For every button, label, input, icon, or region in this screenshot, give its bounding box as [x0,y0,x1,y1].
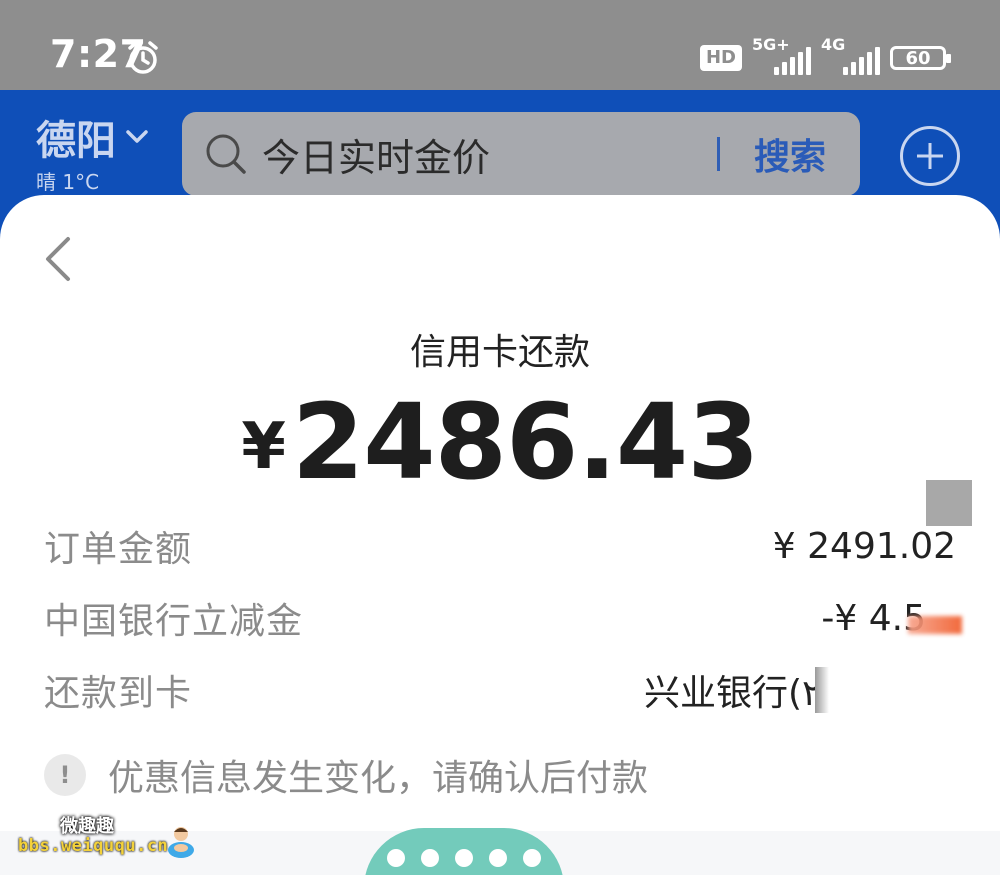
notice-text: 优惠信息发生变化，请确认后付款 [108,758,649,799]
info-icon: ! [44,754,86,796]
search-button[interactable]: 搜索 [754,128,826,180]
battery-level: 60 [905,47,931,69]
search-divider [716,137,720,171]
discount-value: -¥ 4.5 [821,598,962,639]
loading-dot [421,849,439,867]
watermark-url: bbs.weiququ.cn [18,836,169,856]
loading-dot [387,849,405,867]
page-title: 信用卡还款 [409,332,590,373]
signal-5g-icon: 5G+ [752,35,811,75]
discount-label: 中国银行立减金 [44,601,304,642]
mascot-icon [168,827,194,858]
hd-badge: HD [699,45,742,71]
order-amount-row: 订单金额 ¥ 2491.02 [44,521,956,571]
repay-card-label: 还款到卡 [44,673,193,714]
loading-dot [489,849,507,867]
loading-dot [455,849,473,867]
alarm-icon [128,41,158,74]
battery-icon: 60 [890,46,951,70]
watermark-title: 微趣趣 [60,816,114,837]
repay-card-value: 兴业银行(۲ [644,673,822,714]
card-redaction-fade [815,667,830,713]
chevron-down-icon [126,130,148,143]
screen: 7:27 HD 5G+ 4G 60 德阳 晴 1°C 今日实时金价 搜索 信用卡… [0,0,1000,875]
network-label-4g: 4G [821,35,846,54]
network-label-5g: 5G+ [752,35,790,54]
search-icon [206,134,246,174]
redaction-square [926,480,972,526]
repay-card-row[interactable]: 还款到卡 兴业银行(۲ [44,665,956,715]
city-name: 德阳 [36,118,116,164]
plus-icon[interactable] [900,126,960,186]
order-amount-value: ¥ 2491.02 [772,525,956,567]
signal-4g-icon: 4G [821,35,880,75]
back-chevron-icon[interactable] [38,233,78,285]
discount-row: 中国银行立减金 -¥ 4.5 [44,593,962,643]
payment-amount: ¥2486.43 [0,381,1000,503]
payment-sheet: 信用卡还款 ¥2486.43 订单金额 ¥ 2491.02 中国银行立减金 -¥… [0,195,1000,875]
watermark: 微趣趣 bbs.weiququ.cn [18,812,198,868]
repay-card-value-wrap: 兴业银行(۲ [644,665,830,715]
search-bar[interactable]: 今日实时金价 搜索 [182,112,860,196]
amount-value: 2486.43 [291,381,760,503]
order-amount-label: 订单金额 [44,529,193,570]
status-bar: 7:27 HD 5G+ 4G 60 [0,0,1000,90]
weather-text: 晴 1°C [36,170,100,194]
discount-redaction [908,615,962,634]
status-indicators: HD 5G+ 4G 60 [699,35,951,76]
notice-banner: ! 优惠信息发生变化，请确认后付款 [44,749,648,801]
loading-bubble [364,828,564,875]
city-selector[interactable]: 德阳 [36,108,150,166]
currency-symbol: ¥ [241,410,286,484]
search-input[interactable]: 今日实时金价 [262,127,717,182]
loading-dot [523,849,541,867]
